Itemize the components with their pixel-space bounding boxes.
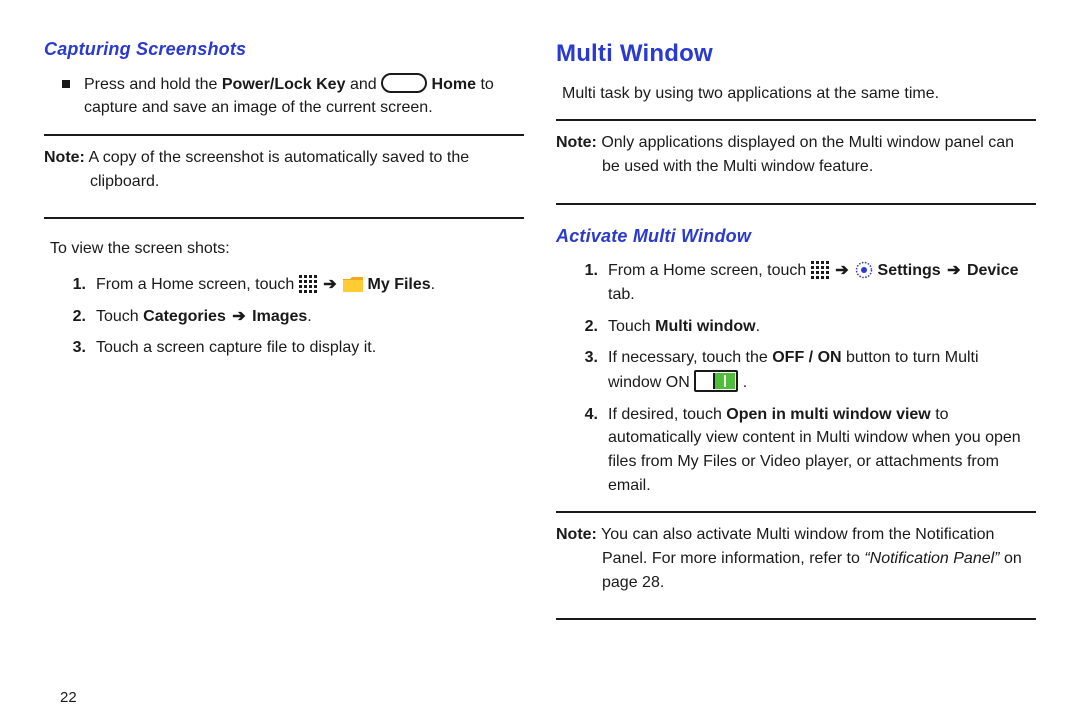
note-label: Note: xyxy=(44,149,85,166)
text: Touch xyxy=(608,318,655,335)
home-label: Home xyxy=(432,76,476,93)
square-bullet-icon xyxy=(62,80,70,88)
step-number: 2. xyxy=(68,305,86,329)
intro-text: Multi task by using two applications at … xyxy=(556,82,1036,106)
note-text: Note: A copy of the screenshot is automa… xyxy=(44,146,524,193)
manual-page: Capturing Screenshots Press and hold the… xyxy=(0,0,1080,638)
step-body: If necessary, touch the OFF / ON button … xyxy=(608,346,1036,394)
text: Only applications displayed on the Multi… xyxy=(597,134,1014,175)
bullet-item: Press and hold the Power/Lock Key and Ho… xyxy=(44,73,524,120)
images-label: Images xyxy=(248,308,308,325)
step-number: 2. xyxy=(580,315,598,339)
step-number: 3. xyxy=(580,346,598,394)
step-item: 3. If necessary, touch the OFF / ON butt… xyxy=(556,346,1036,394)
folder-icon xyxy=(343,276,363,291)
apps-grid-icon xyxy=(811,261,829,279)
step-body: From a Home screen, touch ➔ My Files. xyxy=(96,273,524,297)
text: Touch a screen capture file to display i… xyxy=(96,339,376,356)
heading-multi-window: Multi Window xyxy=(556,36,1036,72)
step-item: 2. Touch Multi window. xyxy=(556,315,1036,339)
open-in-multi-window-label: Open in multi window view xyxy=(726,406,930,423)
step-item: 1. From a Home screen, touch ➔ Settings xyxy=(556,259,1036,306)
text: . xyxy=(743,374,747,391)
note-block: Note: Only applications displayed on the… xyxy=(556,119,1036,204)
text: If desired, touch xyxy=(608,406,726,423)
step-item: 2. Touch Categories ➔ Images. xyxy=(44,305,524,329)
text: . xyxy=(756,318,760,335)
heading-activate-multi-window: Activate Multi Window xyxy=(556,223,1036,250)
device-label: Device xyxy=(967,262,1019,279)
text: tab xyxy=(608,286,630,303)
toggle-on-icon xyxy=(694,370,738,392)
off-on-label: OFF / ON xyxy=(772,349,841,366)
text: A copy of the screenshot is automaticall… xyxy=(85,149,469,190)
my-files-label: My Files xyxy=(368,276,431,293)
arrow-icon: ➔ xyxy=(230,308,247,325)
power-lock-key-label: Power/Lock Key xyxy=(222,76,346,93)
step-body: Touch a screen capture file to display i… xyxy=(96,336,524,360)
step-body: Touch Multi window. xyxy=(608,315,1036,339)
text: Touch xyxy=(96,308,143,325)
text: and xyxy=(350,76,381,93)
text: . xyxy=(307,308,311,325)
hardware-key-icon xyxy=(381,73,427,93)
text: From a Home screen, touch xyxy=(96,276,299,293)
cross-reference: “Notification Panel” xyxy=(864,550,999,567)
text: . xyxy=(431,276,435,293)
step-item: 3. Touch a screen capture file to displa… xyxy=(44,336,524,360)
step-body: From a Home screen, touch ➔ Settings ➔ D… xyxy=(608,259,1036,306)
apps-grid-icon xyxy=(299,275,317,293)
note-label: Note: xyxy=(556,526,597,543)
step-number: 1. xyxy=(580,259,598,306)
step-item: 4. If desired, touch Open in multi windo… xyxy=(556,403,1036,498)
note-text: Note: You can also activate Multi window… xyxy=(556,523,1036,594)
step-number: 3. xyxy=(68,336,86,360)
arrow-icon: ➔ xyxy=(833,262,850,279)
note-text: Note: Only applications displayed on the… xyxy=(556,131,1036,178)
text: . xyxy=(630,286,634,303)
arrow-icon: ➔ xyxy=(945,262,962,279)
note-block: Note: A copy of the screenshot is automa… xyxy=(44,134,524,219)
page-number: 22 xyxy=(60,689,77,706)
step-number: 1. xyxy=(68,273,86,297)
lead-in-text: To view the screen shots: xyxy=(44,237,524,261)
right-column: Multi Window Multi task by using two app… xyxy=(556,36,1036,638)
step-body: If desired, touch Open in multi window v… xyxy=(608,403,1036,498)
step-item: 1. From a Home screen, touch ➔ My Files. xyxy=(44,273,524,297)
note-label: Note: xyxy=(556,134,597,151)
steps-list: 1. From a Home screen, touch ➔ My Files. xyxy=(44,273,524,360)
text: Press and hold the xyxy=(84,76,222,93)
heading-capturing-screenshots: Capturing Screenshots xyxy=(44,36,524,63)
step-body: Touch Categories ➔ Images. xyxy=(96,305,524,329)
categories-label: Categories xyxy=(143,308,226,325)
gear-icon xyxy=(855,261,873,279)
bullet-text: Press and hold the Power/Lock Key and Ho… xyxy=(84,73,524,120)
steps-list: 1. From a Home screen, touch ➔ Settings xyxy=(556,259,1036,497)
multi-window-label: Multi window xyxy=(655,318,755,335)
text: If necessary, touch the xyxy=(608,349,772,366)
left-column: Capturing Screenshots Press and hold the… xyxy=(44,36,524,638)
note-block: Note: You can also activate Multi window… xyxy=(556,511,1036,620)
step-number: 4. xyxy=(580,403,598,498)
settings-label: Settings xyxy=(878,262,941,279)
arrow-icon: ➔ xyxy=(321,276,338,293)
text: From a Home screen, touch xyxy=(608,262,811,279)
